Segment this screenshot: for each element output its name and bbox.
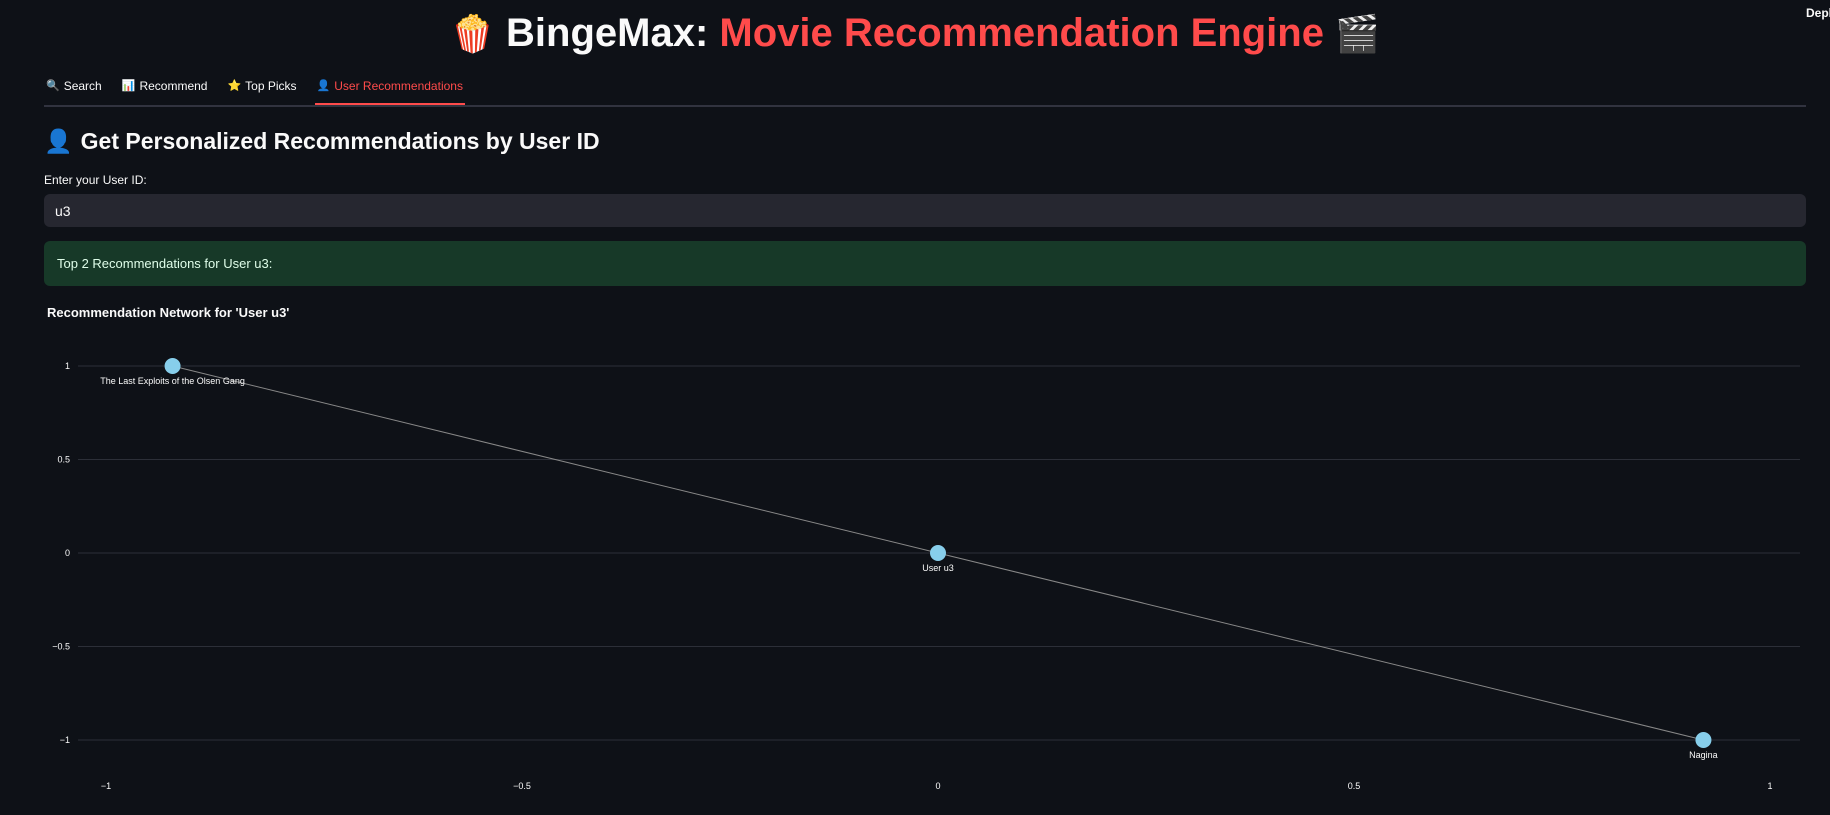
tab-label: Search: [63, 79, 102, 93]
user-id-label: Enter your User ID:: [44, 173, 147, 187]
user-icon: 👤: [44, 128, 73, 154]
star-icon: ⭐: [227, 80, 242, 92]
tab-recommend[interactable]: 📊 Recommend: [120, 76, 210, 103]
tab-search[interactable]: 🔍 Search: [44, 76, 104, 103]
success-message: Top 2 Recommendations for User u3:: [57, 256, 273, 271]
tab-top-picks[interactable]: ⭐ Top Picks: [225, 76, 298, 103]
label-layer: The Last Exploits of the Olsen Gang User …: [100, 376, 1717, 760]
network-node: [930, 545, 946, 561]
node-label: User u3: [922, 563, 954, 573]
x-tick-label: 0: [935, 781, 940, 791]
recommendation-network-chart: Recommendation Network for 'User u3' The…: [47, 305, 1800, 791]
network-node: [164, 358, 181, 374]
search-icon: 🔍: [46, 80, 60, 92]
tab-label: Recommend: [139, 79, 208, 93]
user-id-input[interactable]: [44, 194, 1806, 227]
y-tick-label: −0.5: [52, 642, 70, 652]
tab-user-recommendations[interactable]: 👤 User Recommendations: [314, 76, 465, 105]
chart-title: Recommendation Network for 'User u3': [47, 305, 289, 320]
clapperboard-icon: 🎬: [1335, 13, 1380, 54]
tab-label: Top Picks: [245, 79, 297, 93]
bar-chart-icon: 📊: [121, 80, 136, 92]
x-tick-label: −1: [101, 781, 111, 791]
node-label: Nagina: [1689, 750, 1718, 760]
x-tick-label: −0.5: [513, 781, 531, 791]
app-root: Deploy 🍿 BingeMax: Movie Recommendation …: [0, 0, 1830, 815]
node-label: The Last Exploits of the Olsen Gang: [100, 376, 245, 386]
tick-layer: 1 0.5 0 −0.5 −1 −1 −0.5 0 0.5 1: [52, 361, 1772, 791]
section-heading: 👤 Get Personalized Recommendations by Us…: [44, 126, 600, 156]
tab-label: User Recommendations: [334, 79, 463, 93]
x-tick-label: 1: [1767, 781, 1772, 791]
tab-bar: 🔍 Search 📊 Recommend ⭐ Top Picks 👤 User …: [44, 76, 1806, 107]
y-tick-label: 0.5: [57, 455, 70, 465]
user-icon: 👤: [316, 80, 331, 92]
y-tick-label: −1: [60, 735, 70, 745]
success-alert: Top 2 Recommendations for User u3:: [44, 241, 1806, 286]
page-title: 🍿 BingeMax: Movie Recommendation Engine …: [0, 10, 1830, 57]
y-tick-label: 1: [65, 361, 70, 371]
network-node: [1695, 732, 1712, 748]
x-tick-label: 0.5: [1348, 781, 1361, 791]
section-heading-text: Get Personalized Recommendations by User…: [80, 128, 600, 154]
title-brand: BingeMax:: [506, 11, 709, 55]
y-tick-label: 0: [65, 548, 70, 558]
title-subtitle: Movie Recommendation Engine: [719, 11, 1324, 55]
popcorn-icon: 🍿: [450, 13, 495, 54]
